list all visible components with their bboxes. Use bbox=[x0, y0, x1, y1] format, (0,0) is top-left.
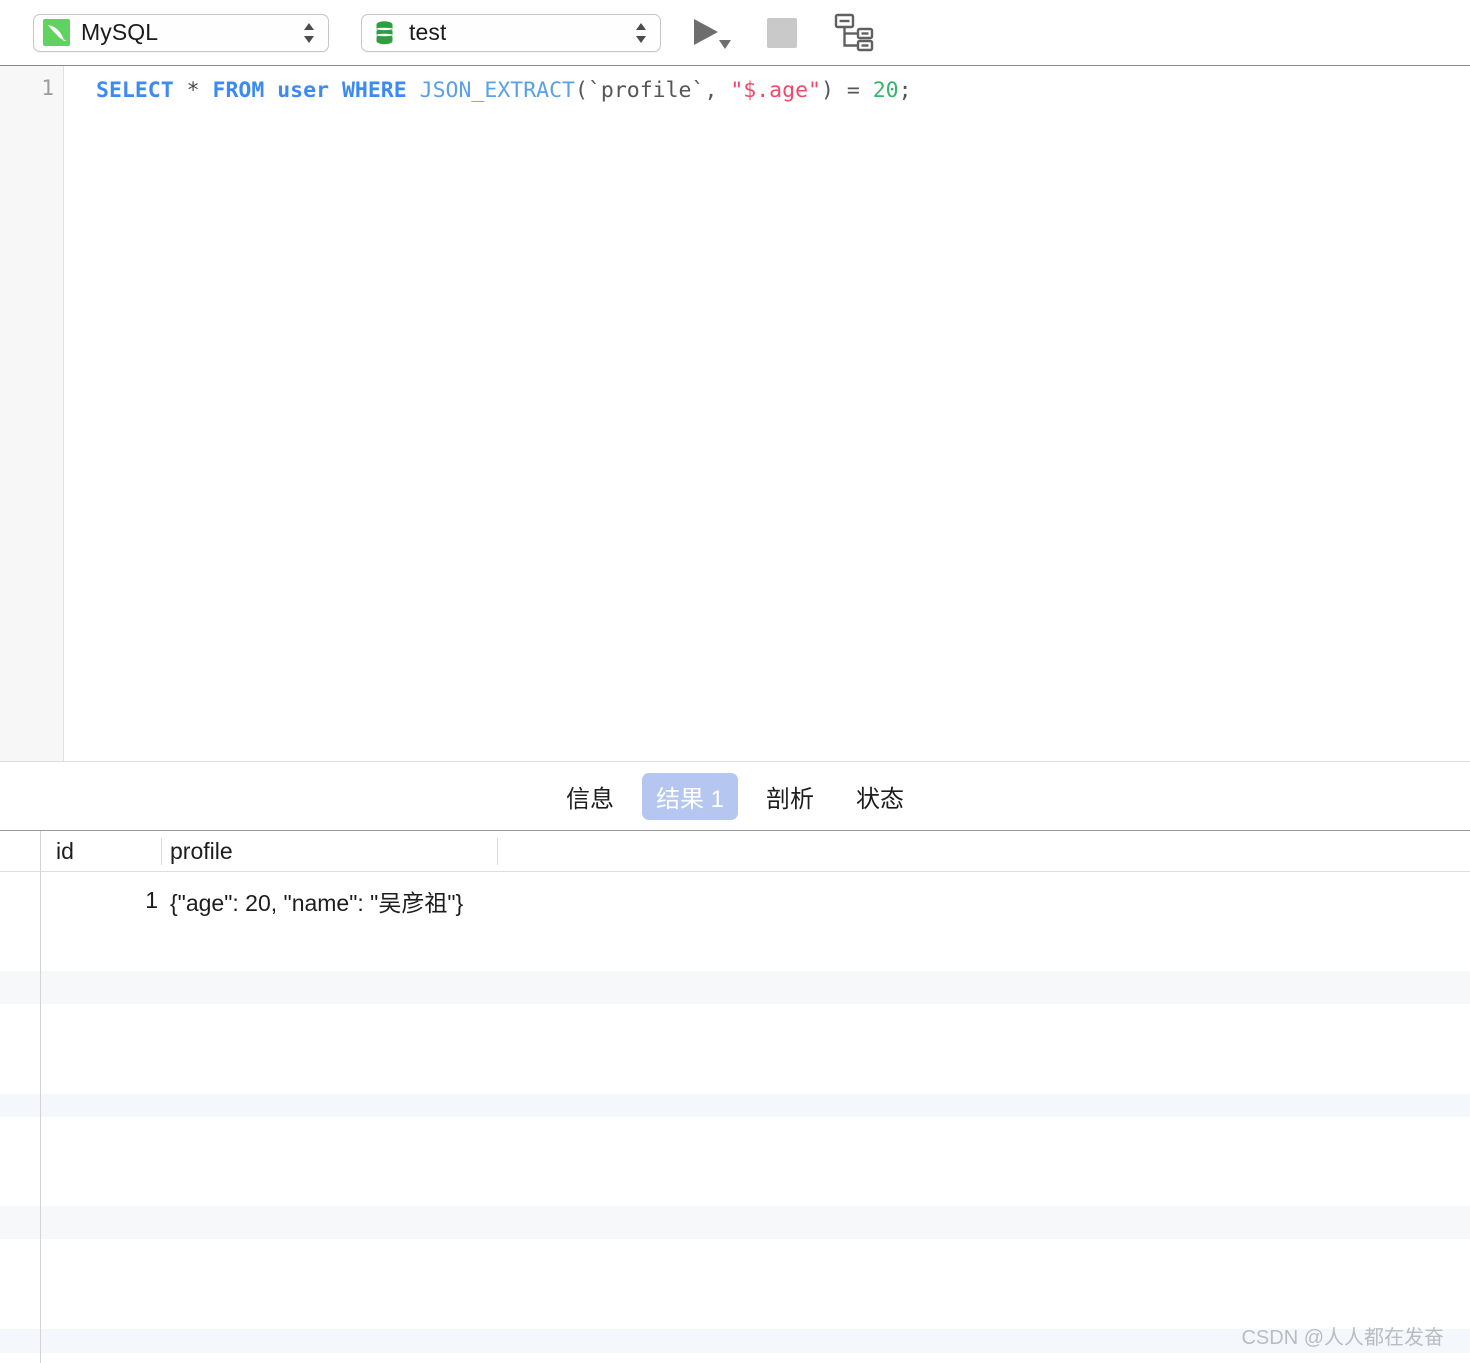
database-cylinder-icon bbox=[371, 19, 398, 46]
column-header-id[interactable]: id bbox=[56, 831, 74, 872]
explain-plan-button[interactable] bbox=[833, 12, 875, 54]
table-row-empty[interactable] bbox=[0, 1239, 1470, 1329]
table-row-empty[interactable] bbox=[0, 1206, 1470, 1239]
play-triangle-icon bbox=[694, 18, 718, 45]
result-grid-body: 1 {"age": 20, "name": "吴彦祖"} bbox=[0, 872, 1470, 1363]
sql-editor[interactable]: 1 SELECT * FROM user WHERE JSON_EXTRACT(… bbox=[0, 66, 1470, 761]
json-path-string: "$.age" bbox=[730, 78, 821, 103]
table-row-empty[interactable] bbox=[0, 929, 1470, 971]
statement-terminator: ; bbox=[898, 78, 912, 103]
editor-gutter: 1 bbox=[0, 66, 64, 761]
column-separator[interactable] bbox=[161, 838, 162, 865]
star-operator: * bbox=[173, 78, 213, 103]
caret-down-icon bbox=[719, 39, 731, 49]
column-separator[interactable] bbox=[497, 838, 498, 865]
function-json-extract: JSON_EXTRACT bbox=[419, 78, 575, 103]
database-selector[interactable]: test bbox=[361, 13, 661, 52]
result-tab-2[interactable]: 剖析 bbox=[752, 773, 828, 820]
result-tab-1[interactable]: 结果 1 bbox=[641, 772, 738, 820]
database-label: test bbox=[409, 19, 447, 45]
table-row-empty[interactable] bbox=[0, 971, 1470, 1004]
table-row-empty[interactable] bbox=[0, 1094, 1470, 1117]
explain-plan-tree-icon bbox=[834, 13, 874, 51]
keyword-select: SELECT bbox=[96, 78, 174, 103]
csdn-watermark: CSDN @人人都在发奋 bbox=[1241, 1327, 1444, 1349]
keyword-where: WHERE bbox=[341, 78, 407, 103]
numeric-literal: 20 bbox=[872, 78, 899, 103]
table-name: user bbox=[264, 78, 342, 103]
keyword-from: FROM bbox=[212, 78, 265, 103]
result-tab-0[interactable]: 信息 bbox=[552, 773, 628, 820]
comparison-operator: ) = bbox=[820, 78, 873, 103]
table-row-empty[interactable] bbox=[0, 1117, 1470, 1206]
chevron-updown-icon[interactable] bbox=[302, 19, 316, 47]
table-row-empty[interactable] bbox=[0, 1004, 1470, 1094]
chevron-updown-icon[interactable] bbox=[634, 19, 648, 47]
results-tabbar: 信息 结果 1 剖析 状态 bbox=[0, 762, 1470, 830]
result-grid[interactable]: id profile 1 {"age": 20, "name": "吴彦祖"} bbox=[0, 830, 1470, 1363]
result-grid-header: id profile bbox=[0, 831, 1470, 872]
mysql-dolphin-icon bbox=[43, 19, 70, 46]
column-header-profile[interactable]: profile bbox=[170, 831, 233, 872]
run-query-button[interactable] bbox=[691, 13, 737, 53]
column-argument: (`profile`, bbox=[575, 78, 731, 103]
toolbar: MySQL test bbox=[0, 0, 1470, 66]
cell-id[interactable]: 1 bbox=[56, 872, 158, 929]
stop-query-button[interactable] bbox=[765, 16, 799, 50]
sql-code-line[interactable]: SELECT * FROM user WHERE JSON_EXTRACT(`p… bbox=[96, 76, 912, 106]
results-panel: 信息 结果 1 剖析 状态 id profile 1 {"age": 20, "name… bbox=[0, 761, 1470, 1363]
connection-selector[interactable]: MySQL bbox=[33, 13, 329, 52]
result-tab-3[interactable]: 状态 bbox=[842, 773, 918, 820]
stop-square-icon bbox=[767, 17, 797, 48]
connection-label: MySQL bbox=[81, 19, 159, 45]
cell-profile[interactable]: {"age": 20, "name": "吴彦祖"} bbox=[170, 872, 463, 929]
line-number: 1 bbox=[41, 76, 54, 100]
row-number-column bbox=[0, 831, 41, 1363]
table-row[interactable]: 1 {"age": 20, "name": "吴彦祖"} bbox=[0, 872, 1470, 929]
